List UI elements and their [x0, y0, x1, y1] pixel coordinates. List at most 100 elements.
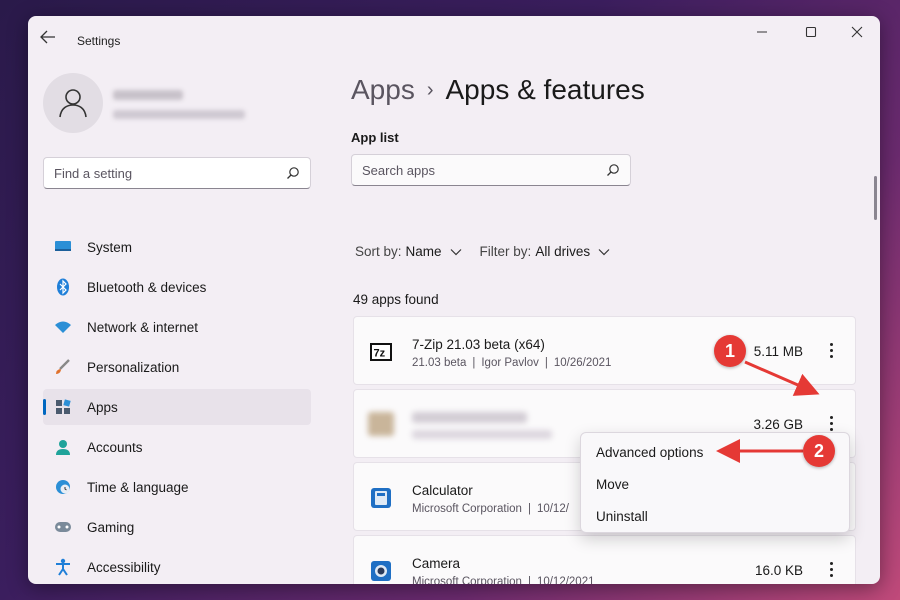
- avatar[interactable]: [43, 73, 103, 133]
- more-options-button[interactable]: [823, 339, 839, 361]
- user-name-redacted: [113, 90, 183, 100]
- user-email-redacted: [113, 110, 245, 119]
- window-title: Settings: [77, 34, 121, 48]
- sidebar-item-label: Network & internet: [87, 319, 199, 335]
- maximize-icon: [805, 26, 817, 38]
- app-meta: 21.03 beta | Igor Pavlov | 10/26/2021: [412, 357, 612, 369]
- sidebar-item-accessibility[interactable]: Accessibility: [43, 549, 311, 584]
- sidebar: Find a setting System Bluetooth & device…: [28, 52, 328, 584]
- app-version: 21.03 beta: [412, 357, 467, 369]
- app-date: 10/12/2021: [536, 576, 595, 584]
- app-name: Camera: [412, 556, 461, 571]
- search-apps-input[interactable]: Search apps: [351, 154, 631, 186]
- page-title: Apps & features: [445, 74, 645, 105]
- app-meta: Microsoft Corporation | 10/12/: [412, 503, 569, 515]
- globe-clock-icon: [53, 477, 73, 497]
- sidebar-item-label: Personalization: [87, 359, 180, 375]
- minimize-button[interactable]: [752, 26, 772, 40]
- search-icon: [286, 166, 300, 185]
- sort-by-value: Name: [405, 244, 442, 259]
- app-name: 7-Zip 21.03 beta (x64): [412, 337, 545, 352]
- title-bar: Settings: [28, 16, 880, 52]
- app-size: 3.26 GB: [753, 417, 803, 432]
- app-row-camera[interactable]: Camera Microsoft Corporation | 10/12/2021 …: [353, 535, 856, 584]
- menu-item-move[interactable]: Move: [581, 468, 849, 500]
- more-icon: [829, 415, 833, 419]
- sidebar-item-accounts[interactable]: Accounts: [43, 429, 311, 465]
- app-publisher: Microsoft Corporation: [412, 576, 522, 584]
- app-list-label: App list: [351, 130, 399, 145]
- maximize-button[interactable]: [801, 26, 821, 40]
- sidebar-item-label: Apps: [87, 399, 118, 415]
- 7zip-icon: 7z: [370, 341, 392, 363]
- search-icon: [606, 163, 620, 182]
- filter-by-value: All drives: [535, 244, 591, 259]
- bluetooth-icon: [53, 277, 73, 297]
- app-meta: Microsoft Corporation | 10/12/2021: [412, 576, 595, 584]
- app-size: 16.0 KB: [754, 563, 803, 578]
- find-setting-input[interactable]: Find a setting: [43, 157, 311, 189]
- more-icon: [829, 561, 833, 565]
- app-date: 10/12/: [536, 503, 569, 515]
- app-meta-redacted: [412, 430, 552, 439]
- sort-filter-row: Sort by: Name Filter by: All drives: [355, 244, 628, 259]
- app-size: 5.11 MB: [753, 344, 803, 359]
- sidebar-item-label: System: [87, 239, 133, 255]
- chevron-down-icon: [598, 248, 610, 255]
- person-icon: [53, 437, 73, 457]
- more-icon: [829, 342, 833, 346]
- breadcrumb: Apps › Apps & features: [351, 74, 645, 106]
- more-options-button[interactable]: [823, 558, 839, 580]
- close-button[interactable]: [847, 26, 867, 40]
- back-button[interactable]: [40, 30, 60, 46]
- sidebar-item-gaming[interactable]: Gaming: [43, 509, 311, 545]
- more-options-button[interactable]: [823, 412, 839, 434]
- filter-by-dropdown[interactable]: Filter by: All drives: [480, 244, 611, 259]
- find-setting-placeholder: Find a setting: [54, 166, 133, 181]
- annotation-badge-2: 2: [803, 435, 835, 467]
- sidebar-item-label: Accessibility: [87, 559, 161, 575]
- minimize-icon: [757, 31, 767, 33]
- app-publisher: Microsoft Corporation: [412, 503, 522, 515]
- calculator-icon: [370, 487, 392, 509]
- sidebar-item-label: Bluetooth & devices: [87, 279, 207, 295]
- app-publisher: Igor Pavlov: [481, 357, 539, 369]
- main-scrollbar[interactable]: [874, 176, 877, 220]
- sidebar-item-label: Time & language: [87, 479, 189, 495]
- app-date: 10/26/2021: [553, 357, 612, 369]
- wifi-icon: [53, 317, 73, 337]
- sidebar-item-time-language[interactable]: Time & language: [43, 469, 311, 505]
- menu-item-uninstall[interactable]: Uninstall: [581, 500, 849, 532]
- person-icon: [59, 89, 87, 118]
- monitor-icon: [53, 237, 73, 257]
- sidebar-item-label: Accounts: [87, 439, 143, 455]
- sort-by-dropdown[interactable]: Sort by: Name: [355, 244, 462, 259]
- sidebar-item-apps[interactable]: Apps: [43, 389, 311, 425]
- chevron-down-icon: [450, 248, 461, 255]
- apps-icon: [53, 397, 73, 417]
- app-row-7zip[interactable]: 7z 7-Zip 21.03 beta (x64) 21.03 beta | Igo…: [353, 316, 856, 385]
- search-apps-placeholder: Search apps: [362, 163, 435, 178]
- brush-icon: [53, 357, 73, 377]
- sidebar-item-personalization[interactable]: Personalization: [43, 349, 311, 385]
- gamepad-icon: [53, 517, 73, 537]
- breadcrumb-apps-link[interactable]: Apps: [351, 74, 415, 105]
- annotation-badge-1: 1: [714, 335, 746, 367]
- sidebar-item-network[interactable]: Network & internet: [43, 309, 311, 345]
- sidebar-item-system[interactable]: System: [43, 229, 311, 265]
- back-arrow-icon: [40, 30, 55, 44]
- close-icon: [851, 26, 863, 38]
- svg-text:7z: 7z: [374, 348, 386, 360]
- sidebar-nav: System Bluetooth & devices Network & int…: [43, 229, 311, 584]
- sidebar-item-label: Gaming: [87, 519, 135, 535]
- apps-count: 49 apps found: [353, 292, 439, 307]
- breadcrumb-separator: ›: [426, 79, 434, 101]
- filter-by-label: Filter by:: [479, 244, 532, 259]
- blurred-app-icon: [368, 412, 394, 436]
- camera-icon: [370, 560, 392, 582]
- accessibility-icon: [53, 557, 73, 577]
- sidebar-item-bluetooth[interactable]: Bluetooth & devices: [43, 269, 311, 305]
- sort-by-label: Sort by:: [355, 244, 402, 259]
- app-name: Calculator: [412, 483, 473, 498]
- app-name-redacted: [412, 412, 527, 423]
